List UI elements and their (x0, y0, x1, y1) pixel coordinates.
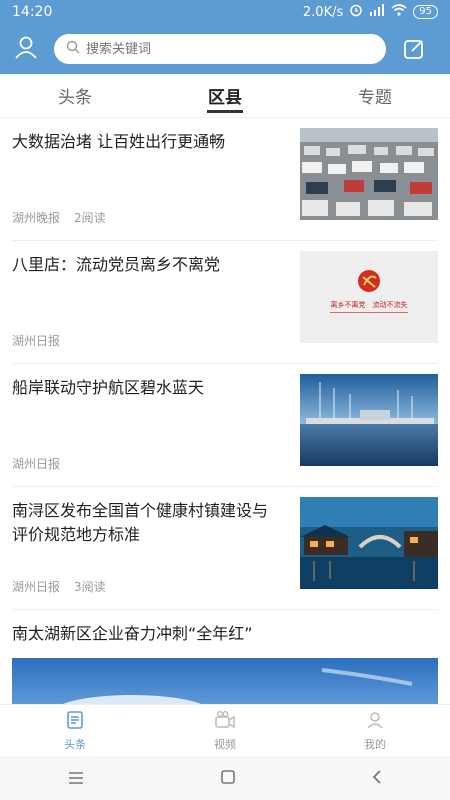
news-feed: 大数据治堵 让百姓出行更通畅 湖州晚报 2阅读 八里店：流动党员离乡不离党 湖州… (0, 118, 450, 704)
battery-indicator: 95 (413, 5, 438, 19)
news-title: 南浔区发布全国首个健康村镇建设与评价规范地方标准 (12, 501, 269, 544)
status-bar: 14:20 2.0K/s 95 (0, 0, 450, 24)
nav-headlines[interactable]: 头条 (0, 705, 150, 756)
home-icon[interactable] (221, 769, 235, 788)
nav-label: 头条 (64, 737, 86, 751)
nav-label: 视频 (214, 737, 236, 751)
nav-video[interactable]: 视频 (150, 705, 300, 756)
video-icon (214, 710, 236, 733)
blue-sky-photo[interactable] (12, 658, 438, 704)
news-title: 大数据治堵 让百姓出行更通畅 (12, 132, 226, 151)
water-town-night-photo (300, 497, 438, 589)
search-box[interactable] (54, 34, 386, 64)
news-meta: 湖州日报 3阅读 (12, 578, 106, 595)
status-indicators: 2.0K/s 95 (303, 3, 438, 21)
news-meta: 湖州日报 (12, 455, 60, 472)
news-item[interactable]: 船岸联动守护航区碧水蓝天 湖州日报 (12, 364, 438, 487)
bottom-nav: 头条 视频 我的 (0, 704, 450, 756)
party-badge-image: 离乡不离党 流动不流失 (300, 251, 438, 343)
nav-label: 我的 (364, 737, 386, 751)
menu-icon[interactable] (68, 769, 84, 788)
news-source: 湖州日报 (12, 457, 61, 471)
category-tabs: 头条 区县 专题 (0, 74, 450, 118)
party-slogan: 离乡不离党 流动不流失 (331, 300, 408, 309)
news-source: 湖州日报 (12, 334, 61, 348)
news-item[interactable]: 大数据治堵 让百姓出行更通畅 湖州晚报 2阅读 (12, 118, 438, 241)
news-title: 八里店：流动党员离乡不离党 (12, 255, 221, 274)
alarm-icon (349, 3, 363, 21)
user-icon[interactable] (12, 33, 40, 65)
traffic-jam-photo (300, 128, 438, 220)
search-input[interactable] (86, 41, 336, 57)
signal-icon (369, 4, 385, 20)
news-reads: 2阅读 (74, 211, 106, 225)
harbor-boats-photo (300, 374, 438, 466)
search-icon (66, 40, 80, 58)
system-nav-bar (0, 756, 450, 800)
user-icon (365, 710, 385, 733)
news-reads: 3阅读 (74, 580, 106, 594)
nav-mine[interactable]: 我的 (300, 705, 450, 756)
news-icon (65, 710, 85, 733)
tab-topics[interactable]: 专题 (300, 74, 450, 117)
news-source: 湖州日报 (12, 580, 61, 594)
network-speed: 2.0K/s (302, 4, 344, 20)
news-source: 湖州晚报 (12, 211, 61, 225)
news-meta: 湖州日报 (12, 332, 60, 349)
news-item[interactable]: 南浔区发布全国首个健康村镇建设与评价规范地方标准 湖州日报 3阅读 (12, 487, 438, 610)
news-title: 船岸联动守护航区碧水蓝天 (12, 378, 205, 397)
tab-headlines[interactable]: 头条 (0, 74, 150, 117)
news-title[interactable]: 南太湖新区企业奋力冲刺“全年红” (12, 622, 438, 646)
news-meta: 湖州晚报 2阅读 (12, 209, 106, 226)
app-header (0, 24, 450, 74)
back-icon[interactable] (372, 769, 382, 788)
status-time: 14:20 (12, 4, 53, 20)
compose-icon[interactable] (400, 35, 428, 63)
news-item[interactable]: 八里店：流动党员离乡不离党 湖州日报 离乡不离党 流动不流失 (12, 241, 438, 364)
tab-districts[interactable]: 区县 (150, 74, 300, 117)
wifi-icon (391, 4, 407, 20)
